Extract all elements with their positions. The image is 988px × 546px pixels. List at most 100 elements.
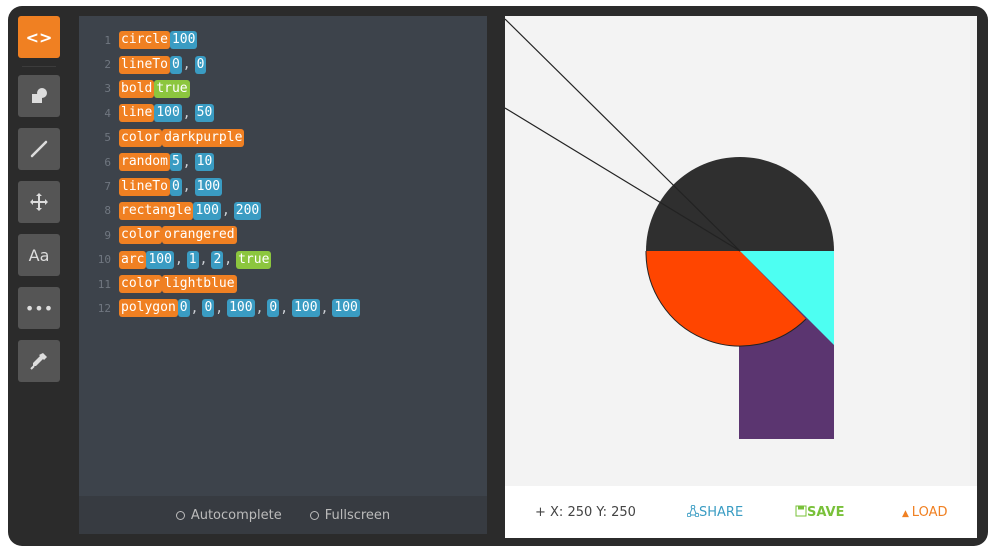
code-line[interactable]: 11 color lightblue — [79, 272, 487, 296]
fullscreen-label: Fullscreen — [324, 507, 391, 523]
code-token: 100 — [227, 299, 255, 318]
comma-separator: , — [182, 179, 191, 195]
code-line[interactable]: 12 polygon 0, 0, 100, 0, 100, 100 — [79, 296, 487, 320]
comma-separator: , — [221, 203, 230, 219]
code-token: lineTo — [119, 177, 170, 196]
code-token: 200 — [233, 201, 262, 220]
text-icon: Aa — [28, 245, 50, 265]
code-token: 100 — [169, 31, 198, 50]
code-token: 100 — [154, 104, 182, 123]
code-token: 5 — [169, 153, 182, 172]
autocomplete-toggle[interactable]: Autocomplete — [175, 507, 282, 523]
code-token: random — [119, 153, 170, 172]
comma-separator: , — [182, 105, 191, 121]
code-token: color — [119, 275, 163, 294]
code-token: true — [236, 250, 272, 269]
share-button[interactable]: SHARE — [686, 504, 744, 520]
status-bar: + X: 250 Y: 250 SHARE SAVE ▲ LOAD — [505, 486, 977, 538]
shapes-icon — [32, 88, 47, 103]
code-token: 100 — [332, 299, 360, 318]
code-token: 100 — [146, 250, 174, 269]
app-window: <> Aa ••• 1 circle 100 2 lineTo 0, 0 3 bold tr… — [8, 6, 988, 546]
load-button[interactable]: ▲ LOAD — [902, 505, 947, 520]
more-tool-button[interactable]: ••• — [18, 287, 60, 329]
save-icon — [795, 505, 807, 516]
comma-separator: , — [224, 252, 233, 268]
line-icon — [30, 140, 48, 158]
code-token: 100 — [193, 201, 221, 220]
code-token: 100 — [292, 299, 320, 318]
comma-separator: , — [190, 300, 199, 316]
comma-separator: , — [215, 300, 224, 316]
code-line[interactable]: 3 bold true — [79, 77, 487, 101]
code-line[interactable]: 8 rectangle 100, 200 — [79, 199, 487, 223]
load-label: LOAD — [911, 504, 948, 520]
code-token: bold — [119, 79, 155, 98]
color-picker-button[interactable] — [18, 340, 60, 382]
move-icon — [30, 193, 48, 211]
comma-separator: , — [182, 57, 191, 73]
comma-separator: , — [199, 252, 208, 268]
line-number: 10 — [97, 253, 111, 267]
code-token: 0 — [194, 55, 207, 74]
canvas-semicircle — [646, 157, 834, 251]
line-number: 8 — [104, 204, 111, 218]
save-button[interactable]: SAVE — [795, 505, 844, 520]
line-number: 2 — [104, 58, 111, 72]
code-line[interactable]: 1 circle 100 — [79, 28, 487, 52]
code-tool-button[interactable]: <> — [18, 16, 60, 58]
comma-separator: , — [320, 300, 329, 316]
code-line[interactable]: 7 lineTo 0, 100 — [79, 174, 487, 198]
line-number: 3 — [104, 82, 111, 96]
code-token: line — [119, 104, 155, 123]
toolbar: <> Aa ••• — [18, 16, 60, 393]
line-number: 9 — [104, 228, 111, 242]
line-number: 5 — [104, 131, 111, 145]
comma-separator: , — [280, 300, 289, 316]
code-line[interactable]: 10 arc 100, 1, 2, true — [79, 248, 487, 272]
code-token: circle — [119, 31, 170, 50]
line-tool-button[interactable] — [18, 128, 60, 170]
code-line[interactable]: 4 line 100, 50 — [79, 101, 487, 125]
eyedropper-icon — [30, 353, 47, 370]
code-line[interactable]: 2 lineTo 0,0 — [79, 52, 487, 76]
more-icon: ••• — [24, 298, 54, 318]
load-icon: ▲ — [902, 508, 912, 519]
autocomplete-label: Autocomplete — [190, 507, 282, 523]
code-token: arc — [119, 250, 147, 269]
toolbar-divider — [22, 66, 56, 67]
code-token: 0 — [267, 299, 280, 318]
code-line[interactable]: 9 color orangered — [79, 223, 487, 247]
code-token: 0 — [202, 299, 215, 318]
code-editor[interactable]: 1 circle 100 2 lineTo 0, 0 3 bold true 4 line 10… — [79, 16, 487, 496]
code-token: orangered — [162, 226, 237, 245]
radio-icon — [175, 510, 185, 520]
code-token: 100 — [194, 177, 223, 196]
code-line[interactable]: 5 color darkpurple — [79, 126, 487, 150]
code-line[interactable]: 6 random 5, 10 — [79, 150, 487, 174]
line-number: 7 — [104, 180, 111, 194]
line-number: 1 — [104, 33, 111, 47]
drawing-canvas[interactable] — [504, 16, 977, 486]
code-lines: 1 circle 100 2 lineTo 0, 0 3 bold true 4 line 10… — [79, 16, 487, 321]
text-tool-button[interactable]: Aa — [18, 234, 60, 276]
code-token: lightblue — [162, 275, 237, 294]
code-token: true — [154, 79, 190, 98]
share-icon — [686, 504, 700, 517]
code-token: 0 — [169, 177, 182, 196]
code-icon: <> — [25, 27, 53, 47]
shapes-tool-button[interactable] — [18, 75, 60, 117]
fullscreen-toggle[interactable]: Fullscreen — [309, 507, 391, 523]
code-token: color — [119, 128, 163, 147]
code-token: 0 — [177, 299, 190, 318]
canvas-line-1 — [504, 18, 741, 252]
comma-separator: , — [174, 252, 183, 268]
coordinates-readout: + X: 250 Y: 250 — [535, 504, 636, 520]
code-token: darkpurple — [162, 128, 245, 147]
comma-separator: , — [182, 154, 191, 170]
save-label: SAVE — [807, 504, 845, 520]
move-tool-button[interactable] — [18, 181, 60, 223]
share-label: SHARE — [699, 504, 744, 520]
code-token: polygon — [119, 299, 178, 318]
code-token: 10 — [194, 153, 215, 172]
